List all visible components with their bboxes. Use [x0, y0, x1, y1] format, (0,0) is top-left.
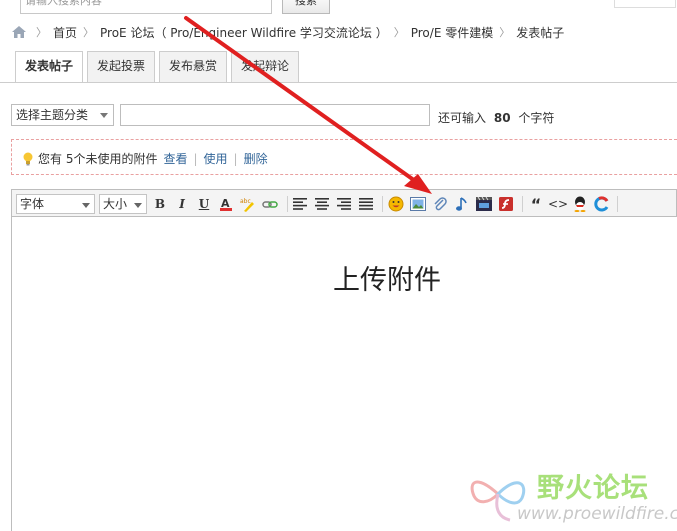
- tab-new-poll[interactable]: 发起投票: [87, 51, 156, 82]
- subject-input[interactable]: [120, 104, 430, 126]
- align-center-button[interactable]: [313, 195, 331, 213]
- align-center-icon: [315, 198, 329, 210]
- align-right-icon: [337, 198, 351, 210]
- toolbar-divider: [617, 196, 618, 212]
- toolbar-divider: [382, 196, 383, 212]
- quote-icon: “: [530, 194, 542, 214]
- link-icon: [262, 201, 278, 208]
- highlight-icon: abc: [240, 198, 254, 212]
- text-color-icon: A: [220, 197, 232, 211]
- attachment-icon: [434, 197, 447, 211]
- align-justify-icon: [359, 198, 373, 210]
- char-count-hint: 还可输入 80 个字符: [438, 109, 554, 126]
- breadcrumb-forum-link[interactable]: ProE 论坛（ Pro/Engineer Wildfire 学习交流论坛 ）: [100, 24, 388, 41]
- search-button[interactable]: 搜索: [282, 0, 330, 14]
- use-attachments-link[interactable]: 使用: [204, 150, 228, 167]
- top-right-box: [614, 0, 676, 8]
- link-button[interactable]: [261, 195, 279, 213]
- video-icon: [476, 197, 492, 211]
- breadcrumb-board-link[interactable]: Pro/E 零件建模: [411, 24, 493, 41]
- search-input[interactable]: 请输入搜索内容: [20, 0, 272, 14]
- link-divider: |: [193, 151, 198, 166]
- align-left-button[interactable]: [291, 195, 309, 213]
- music-icon: [456, 197, 467, 211]
- qq-icon: [574, 196, 586, 212]
- tab-new-debate[interactable]: 发起辩论: [231, 51, 300, 82]
- char-hint-count: 80: [493, 111, 511, 125]
- breadcrumb-separator: 〉: [499, 26, 511, 39]
- char-hint-prefix: 还可输入: [438, 111, 487, 125]
- tabs-divider: [0, 82, 677, 83]
- lightbulb-icon: [23, 152, 33, 165]
- highlight-button[interactable]: abc: [239, 195, 257, 213]
- toolbar-divider: [522, 196, 523, 212]
- tab-new-post[interactable]: 发表帖子: [15, 51, 84, 83]
- smiley-button[interactable]: [387, 195, 405, 213]
- font-family-select[interactable]: 字体: [16, 194, 95, 214]
- music-button[interactable]: [453, 195, 471, 213]
- toolbar-divider: [287, 196, 288, 212]
- upload-attachment-caption: 上传附件: [333, 265, 441, 296]
- flash-icon: [499, 197, 513, 211]
- italic-button[interactable]: I: [173, 195, 191, 213]
- font-select-label: 字体: [20, 197, 45, 211]
- forum-watermark-title: 野火论坛: [537, 473, 649, 504]
- smiley-icon: [388, 196, 404, 212]
- more-button[interactable]: [593, 195, 611, 213]
- align-justify-button[interactable]: [357, 195, 375, 213]
- chevron-down-icon: [100, 113, 108, 118]
- editor-toolbar: 字体 大小 B I U A abc “ <>: [11, 189, 677, 217]
- breadcrumb: 〉 首页 〉 ProE 论坛（ Pro/Engineer Wildfire 学习…: [12, 23, 564, 41]
- category-select-label: 选择主题分类: [16, 108, 89, 122]
- flash-button[interactable]: [497, 195, 515, 213]
- align-right-button[interactable]: [335, 195, 353, 213]
- breadcrumb-separator: 〉: [36, 26, 47, 39]
- breadcrumb-home-link[interactable]: 首页: [53, 24, 77, 41]
- link-divider: |: [233, 151, 238, 166]
- chevron-down-icon: [134, 203, 142, 208]
- attachment-button[interactable]: [431, 195, 449, 213]
- code-icon: <>: [547, 197, 569, 211]
- delete-attachments-link[interactable]: 删除: [244, 150, 268, 167]
- forum-watermark-url: www.proewildfire.cn: [517, 504, 677, 524]
- svg-text:abc: abc: [240, 198, 251, 205]
- breadcrumb-current: 发表帖子: [516, 25, 565, 40]
- unused-attachments-notice: 您有 5个未使用的附件 查看 | 使用 | 删除: [11, 139, 677, 175]
- category-select[interactable]: 选择主题分类: [11, 104, 114, 126]
- breadcrumb-separator: 〉: [393, 26, 405, 39]
- chevron-down-icon: [82, 203, 90, 208]
- char-hint-suffix: 个字符: [518, 111, 555, 125]
- code-button[interactable]: <>: [547, 195, 569, 213]
- video-button[interactable]: [475, 195, 493, 213]
- qq-button[interactable]: [571, 195, 589, 213]
- size-select-label: 大小: [103, 197, 128, 211]
- breadcrumb-separator: 〉: [83, 26, 95, 39]
- font-size-select[interactable]: 大小: [99, 194, 147, 214]
- post-type-tabs: 发表帖子 发起投票 发布悬赏 发起辩论: [15, 51, 303, 83]
- text-color-button[interactable]: A: [217, 195, 235, 213]
- view-attachments-link[interactable]: 查看: [163, 150, 187, 167]
- more-icon: [594, 196, 609, 212]
- tab-new-reward[interactable]: 发布悬赏: [159, 51, 228, 82]
- notice-text: 您有 5个未使用的附件: [38, 152, 158, 166]
- underline-button[interactable]: U: [195, 195, 213, 213]
- align-left-icon: [293, 198, 307, 210]
- image-button[interactable]: [409, 195, 427, 213]
- image-icon: [410, 197, 426, 211]
- bold-button[interactable]: B: [151, 195, 169, 213]
- home-icon[interactable]: [12, 26, 26, 38]
- quote-button[interactable]: “: [527, 194, 545, 214]
